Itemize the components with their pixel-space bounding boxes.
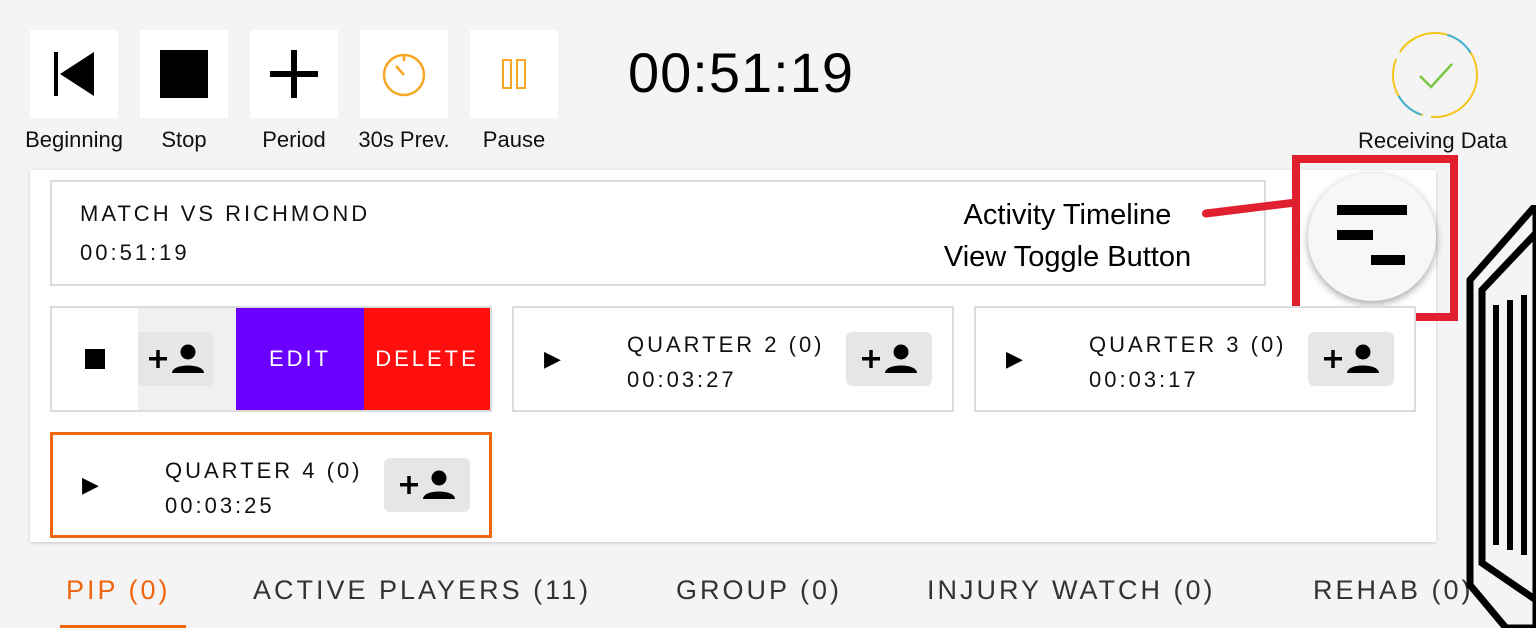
period-title: QUARTER 2 (0) bbox=[627, 332, 825, 357]
prev-30s-button[interactable] bbox=[360, 30, 448, 118]
play-icon[interactable]: ▶ bbox=[1006, 346, 1023, 372]
period-time: 00:03:25 bbox=[165, 493, 275, 518]
period-button[interactable] bbox=[250, 30, 338, 118]
add-player-button[interactable] bbox=[1308, 332, 1394, 386]
beginning-label: Beginning bbox=[25, 127, 123, 152]
checkmark-icon bbox=[1419, 63, 1453, 89]
period-stop-button[interactable] bbox=[52, 308, 138, 410]
annotation-text: Activity Timeline View Toggle Button bbox=[925, 194, 1210, 278]
beginning-button[interactable] bbox=[30, 30, 118, 118]
match-title: MATCH VS RICHMOND bbox=[80, 201, 371, 226]
period-time: 00:03:27 bbox=[627, 367, 737, 392]
delete-button[interactable]: DELETE bbox=[364, 308, 490, 410]
tab-active-players[interactable]: ACTIVE PLAYERS (11) bbox=[253, 575, 591, 606]
stop-button[interactable] bbox=[140, 30, 228, 118]
period-title: QUARTER 3 (0) bbox=[1089, 332, 1287, 357]
edge-decoration bbox=[1466, 205, 1536, 628]
add-person-icon bbox=[862, 344, 917, 373]
add-player-button[interactable] bbox=[138, 332, 214, 386]
add-person-icon bbox=[400, 470, 455, 499]
receiving-data-label: Receiving Data bbox=[1358, 128, 1508, 153]
pause-icon bbox=[502, 59, 526, 89]
match-clock: 00:51:19 bbox=[628, 41, 854, 104]
timer-icon bbox=[382, 53, 426, 97]
period-time: 00:03:17 bbox=[1089, 367, 1199, 392]
match-time: 00:51:19 bbox=[80, 240, 190, 265]
receiving-data-indicator bbox=[1392, 32, 1478, 118]
add-player-button[interactable] bbox=[384, 458, 470, 512]
pause-label: Pause bbox=[482, 127, 546, 152]
stop-label: Stop bbox=[161, 127, 207, 152]
activity-timeline-toggle-button[interactable] bbox=[1308, 173, 1436, 301]
tab-injury-watch[interactable]: INJURY WATCH (0) bbox=[927, 575, 1216, 606]
annotation-line-1: Activity Timeline bbox=[963, 199, 1172, 231]
edit-button[interactable]: EDIT bbox=[236, 308, 364, 410]
pause-button[interactable] bbox=[470, 30, 558, 118]
plus-icon bbox=[270, 50, 318, 98]
play-icon[interactable]: ▶ bbox=[544, 346, 561, 372]
add-person-icon bbox=[1324, 344, 1379, 373]
timeline-icon bbox=[1337, 205, 1407, 265]
stop-icon bbox=[160, 50, 208, 98]
annotation-line-2: View Toggle Button bbox=[943, 241, 1192, 273]
play-icon[interactable]: ▶ bbox=[82, 472, 99, 498]
period-label: Period bbox=[262, 127, 326, 152]
skip-to-beginning-icon bbox=[54, 52, 94, 96]
add-player-button[interactable] bbox=[846, 332, 932, 386]
stop-icon bbox=[85, 349, 105, 369]
period-title: QUARTER 4 (0) bbox=[165, 458, 363, 483]
add-person-icon bbox=[149, 344, 204, 373]
prev-30s-label: 30s Prev. bbox=[358, 127, 450, 152]
tab-pip[interactable]: PIP (0) bbox=[66, 575, 171, 606]
tab-group[interactable]: GROUP (0) bbox=[676, 575, 842, 606]
tab-rehab[interactable]: REHAB (0) bbox=[1313, 575, 1474, 606]
